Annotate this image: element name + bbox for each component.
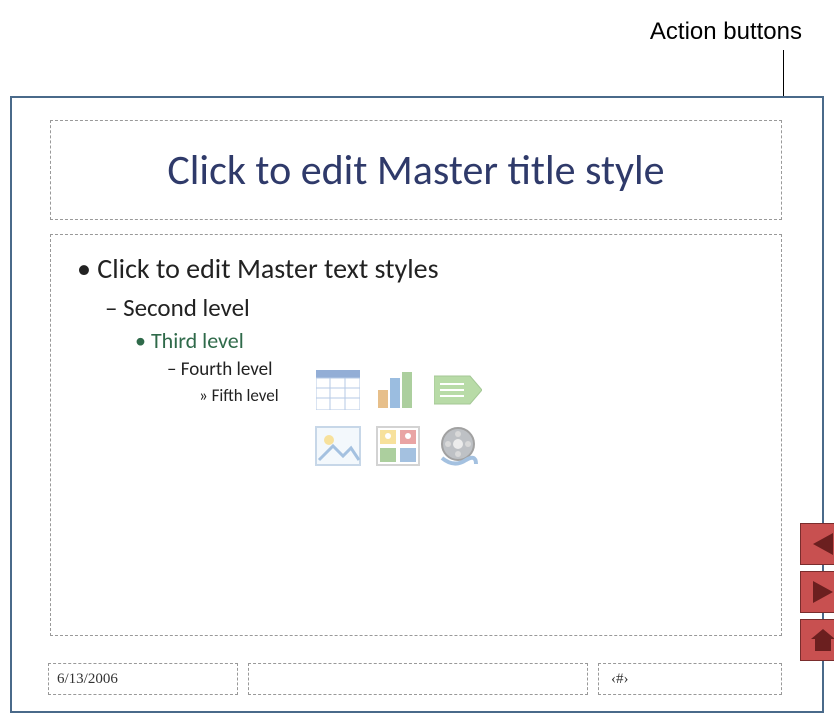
- action-forward-button[interactable]: [800, 571, 834, 613]
- footer-placeholder[interactable]: [248, 663, 588, 695]
- slide-master-frame: Click to edit Master title style Click t…: [10, 96, 824, 713]
- annotation-label: Action buttons: [650, 18, 802, 46]
- action-home-button[interactable]: [800, 619, 834, 661]
- title-placeholder[interactable]: Click to edit Master title style: [50, 120, 782, 220]
- content-placeholder[interactable]: Click to edit Master text styles Second …: [50, 234, 782, 636]
- action-back-button[interactable]: [800, 523, 834, 565]
- home-icon: [809, 627, 834, 653]
- triangle-right-icon: [809, 579, 834, 605]
- triangle-left-icon: [809, 531, 834, 557]
- outline-level-3: Third level: [135, 327, 765, 354]
- insert-table-icon[interactable]: [311, 365, 365, 415]
- slide-number-placeholder-text: ‹#›: [611, 671, 629, 688]
- slide-number-placeholder[interactable]: ‹#›: [598, 663, 782, 695]
- insert-clipart-icon[interactable]: [371, 421, 425, 471]
- date-placeholder-text: 6/13/2006: [57, 671, 118, 688]
- outline-level-2: Second level: [105, 292, 765, 323]
- insert-picture-icon[interactable]: [311, 421, 365, 471]
- action-buttons-group: [800, 523, 834, 661]
- outline-level-1: Click to edit Master text styles: [77, 251, 765, 286]
- date-placeholder[interactable]: 6/13/2006: [48, 663, 238, 695]
- insert-chart-icon[interactable]: [371, 365, 425, 415]
- insert-media-icon[interactable]: [431, 421, 485, 471]
- content-insert-icons: [311, 365, 511, 471]
- insert-smartart-icon[interactable]: [431, 365, 485, 415]
- title-placeholder-text: Click to edit Master title style: [167, 145, 664, 196]
